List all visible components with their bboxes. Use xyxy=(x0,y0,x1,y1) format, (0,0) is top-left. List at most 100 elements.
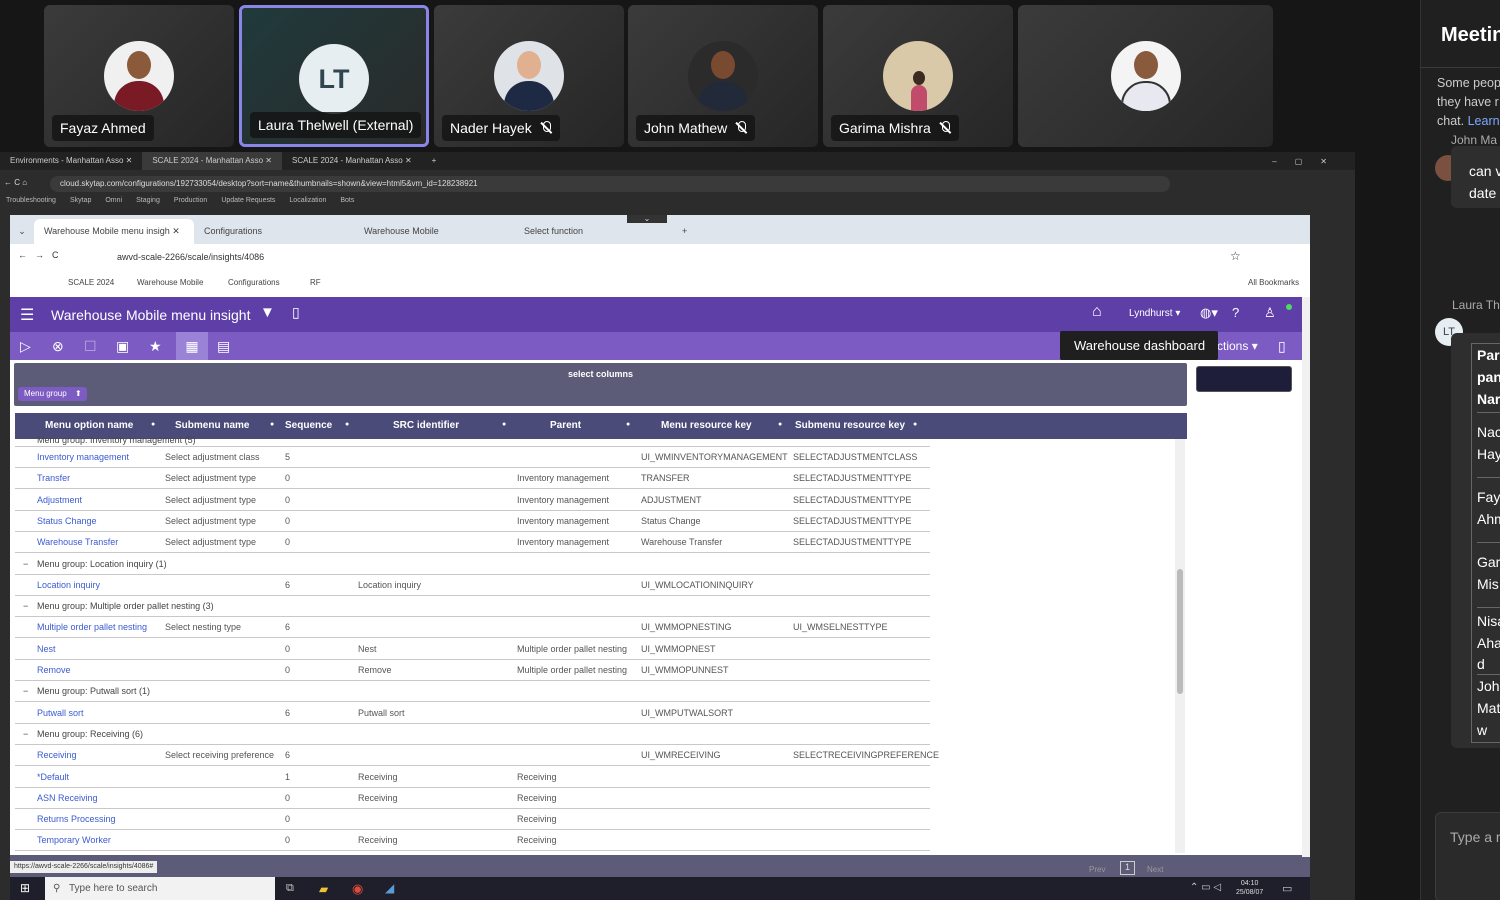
column-header[interactable]: SRC identifier xyxy=(393,420,459,431)
participant-tile-5[interactable]: Garima Mishra xyxy=(823,5,1013,147)
table-row[interactable]: Transfer Select adjustment type 0 Inventory… xyxy=(15,468,930,490)
chat-input[interactable]: Type a r xyxy=(1435,812,1500,900)
app-icon[interactable]: ◢ xyxy=(385,881,394,895)
group-row[interactable]: − Menu group: Location inquiry (1) xyxy=(15,554,930,575)
group-row[interactable]: Menu group: Inventory management (5) xyxy=(15,434,930,447)
taskbar-search[interactable]: Type here to search ⚲ xyxy=(45,877,275,900)
column-header[interactable]: Sequence xyxy=(285,420,332,431)
play-icon[interactable]: ▷ xyxy=(20,338,31,354)
outer-url-field[interactable]: cloud.skytap.com/configurations/19273305… xyxy=(50,176,1170,192)
menu-option-link[interactable]: Returns Processing xyxy=(37,814,116,824)
bookmark[interactable]: Update Requests xyxy=(221,197,275,211)
group-row[interactable]: − Menu group: Putwall sort (1) xyxy=(15,681,930,703)
column-menu-icon[interactable]: ● xyxy=(345,421,349,428)
table-row[interactable]: ASN Receiving 0 Receiving Receiving xyxy=(15,788,930,809)
star-filled-icon[interactable]: ★ xyxy=(149,338,162,354)
column-header[interactable]: Submenu name xyxy=(175,420,249,431)
inner-tab[interactable]: Warehouse Mobile xyxy=(354,219,514,244)
menu-option-link[interactable]: Adjustment xyxy=(37,495,82,505)
menu-option-link[interactable]: ASN Receiving xyxy=(37,793,98,803)
window-controls[interactable]: –▢✕ xyxy=(1272,157,1355,166)
column-header[interactable]: Menu option name xyxy=(45,420,133,431)
table-row[interactable]: Putwall sort 6 Putwall sort UI_WMPUTWALSORT xyxy=(15,703,930,724)
facility-select[interactable]: Lyndhurst ▾ xyxy=(1129,308,1180,319)
table-row[interactable]: Multiple order pallet nesting Select nest… xyxy=(15,617,930,639)
table-row[interactable]: Returns Processing 0 Receiving xyxy=(15,809,930,831)
menu-icon[interactable]: ☰ xyxy=(20,305,34,325)
outer-tab[interactable]: SCALE 2024 - Manhattan Asso ✕ xyxy=(282,152,422,170)
column-header[interactable]: Parent xyxy=(550,420,581,431)
bookmark[interactable]: Omni xyxy=(105,197,122,211)
menu-option-link[interactable]: Location inquiry xyxy=(37,580,100,590)
home-icon[interactable]: ⌂ xyxy=(1092,303,1102,321)
grid-view-icon[interactable]: ▦ xyxy=(176,332,208,360)
menu-option-link[interactable]: Remove xyxy=(37,665,71,675)
bookmark[interactable]: RF xyxy=(310,278,321,287)
bookmark[interactable]: Warehouse Mobile xyxy=(137,278,203,287)
scroll-thumb[interactable] xyxy=(1177,569,1183,694)
table-view-icon[interactable]: ▤ xyxy=(217,338,230,354)
participant-tile-4[interactable]: John Mathew xyxy=(628,5,818,147)
table-row[interactable]: Nest 0 Nest Multiple order pallet nesting UI… xyxy=(15,639,930,660)
table-row[interactable]: Warehouse Transfer Select adjustment type… xyxy=(15,532,930,554)
menu-option-link[interactable]: Putwall sort xyxy=(37,708,84,718)
menu-option-link[interactable]: Status Change xyxy=(37,516,97,526)
sort-arrow-icon[interactable]: ⬆ xyxy=(75,387,82,401)
menu-option-link[interactable]: Inventory management xyxy=(37,452,129,462)
inner-tab-active[interactable]: Warehouse Mobile menu insigh ✕ xyxy=(34,219,194,244)
bookmark[interactable]: Production xyxy=(174,197,207,211)
column-menu-icon[interactable]: ● xyxy=(913,421,917,428)
nav-icons[interactable]: ←→C xyxy=(18,250,67,260)
notification-icon[interactable]: ▭ xyxy=(1282,882,1292,895)
table-row[interactable]: Adjustment Select adjustment type 0 Invento… xyxy=(15,490,930,511)
inner-tab[interactable]: Configurations xyxy=(194,219,354,244)
chevron-down-icon[interactable]: ⌄ xyxy=(627,215,667,223)
column-menu-icon[interactable]: ● xyxy=(626,421,630,428)
outer-tab[interactable]: SCALE 2024 - Manhattan Asso ✕ xyxy=(142,152,282,170)
system-tray-icons[interactable]: ⌃ ▭ ◁ xyxy=(1190,882,1221,893)
star-icon[interactable]: ☆ xyxy=(1230,249,1241,263)
search-field[interactable] xyxy=(1196,366,1292,392)
bookmark[interactable]: Configurations xyxy=(228,278,280,287)
export-icon[interactable]: ▯ xyxy=(1278,338,1286,354)
collapse-icon[interactable]: − xyxy=(23,601,28,611)
scrollbar[interactable] xyxy=(1175,439,1185,853)
page-scrollbar[interactable] xyxy=(1302,297,1310,857)
bookmark[interactable]: Bots xyxy=(340,197,354,211)
next-page-button[interactable]: Next xyxy=(1147,865,1163,874)
filter-icon[interactable]: ▼ xyxy=(260,304,275,321)
task-view-icon[interactable]: ⧉ xyxy=(286,882,294,895)
prev-page-button[interactable]: Prev xyxy=(1089,865,1105,874)
new-tab-icon[interactable]: + xyxy=(422,152,447,170)
bookmark[interactable]: SCALE 2024 xyxy=(68,278,114,287)
all-bookmarks[interactable]: All Bookmarks xyxy=(1248,278,1299,287)
column-menu-icon[interactable]: ● xyxy=(270,421,274,428)
tab-search-icon[interactable]: ⌄ xyxy=(10,219,34,244)
user-icon[interactable]: ♙ xyxy=(1264,305,1276,321)
menu-option-link[interactable]: Warehouse Transfer xyxy=(37,537,118,547)
windows-start-icon[interactable]: ⊞ xyxy=(20,881,30,895)
table-row[interactable]: Inventory management Select adjustment cl… xyxy=(15,447,930,468)
collapse-icon[interactable]: − xyxy=(23,559,28,569)
collapse-icon[interactable]: − xyxy=(23,729,28,739)
select-columns-label[interactable]: select columns xyxy=(14,369,1187,379)
help-icon[interactable]: ? xyxy=(1232,305,1239,320)
column-menu-icon[interactable]: ● xyxy=(502,421,506,428)
table-row[interactable]: Remove 0 Remove Multiple order pallet nesti… xyxy=(15,660,930,681)
learn-more-link[interactable]: Learn xyxy=(1468,114,1500,128)
menu-option-link[interactable]: Nest xyxy=(37,644,56,654)
menu-option-link[interactable]: Multiple order pallet nesting xyxy=(37,622,147,632)
menu-option-link[interactable]: Transfer xyxy=(37,473,70,483)
chrome-icon[interactable]: ◉ xyxy=(352,881,363,897)
menu-option-link[interactable]: *Default xyxy=(37,772,69,782)
save-icon[interactable]: ▣ xyxy=(116,338,129,354)
bookmark[interactable]: Staging xyxy=(136,197,160,211)
bookmark[interactable]: Localization xyxy=(289,197,326,211)
bookmark[interactable]: Skytap xyxy=(70,197,91,211)
inner-url-field[interactable]: awvd-scale-2266/scale/insights/4086 xyxy=(117,252,264,262)
outer-tab[interactable]: Environments - Manhattan Asso ✕ xyxy=(0,152,142,170)
new-tab-icon[interactable]: + xyxy=(674,219,695,244)
table-row[interactable]: Temporary Worker 0 Receiving Receiving xyxy=(15,830,930,852)
cancel-icon[interactable]: ⊗ xyxy=(52,338,64,354)
table-row[interactable]: Location inquiry 6 Location inquiry UI_WMLO… xyxy=(15,575,930,596)
